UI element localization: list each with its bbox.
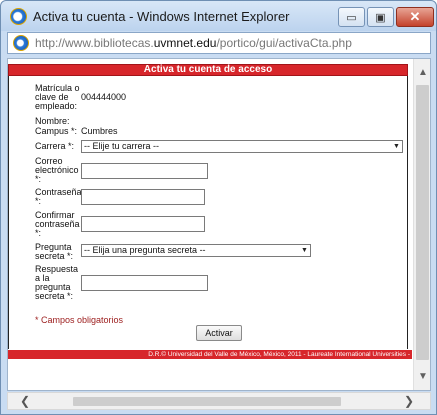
campus-value: Cumbres [81, 126, 118, 136]
chevron-down-icon: ▼ [393, 143, 400, 150]
browser-window: Activa tu cuenta - Windows Internet Expl… [0, 0, 437, 415]
horizontal-scroll-thumb[interactable] [73, 397, 341, 406]
carrera-label: Carrera *: [35, 141, 75, 151]
chevron-down-icon: ▼ [301, 247, 308, 254]
secret-answer-field[interactable] [81, 275, 208, 291]
scroll-up-icon[interactable]: ▲ [414, 67, 430, 81]
maximize-button[interactable]: ▣ [367, 7, 394, 27]
scroll-right-icon[interactable]: ❯ [404, 394, 414, 408]
activation-page: Activa tu cuenta de acceso Matrícula o c… [8, 59, 412, 390]
contrasena-label: Contraseña *: [35, 187, 82, 206]
secret-question-select[interactable]: -- Elija una pregunta secreta -- ▼ [81, 244, 311, 257]
secret-question-selected-option: -- Elija una pregunta secreta -- [84, 245, 206, 255]
ie-logo-icon [10, 8, 27, 25]
address-bar[interactable]: http://www.bibliotecas.uvmnet.edu/portic… [7, 32, 431, 54]
scroll-left-icon[interactable]: ❮ [20, 394, 30, 408]
carrera-select[interactable]: -- Elije tu carrera -- ▼ [81, 140, 403, 153]
campus-label: Campus *: [35, 126, 78, 136]
vertical-scrollbar[interactable]: ▲ ▼ [413, 59, 430, 390]
activate-button[interactable]: Activar [196, 325, 242, 341]
maximize-icon: ▣ [375, 11, 386, 24]
password-field[interactable] [81, 189, 205, 205]
close-button[interactable]: ✕ [396, 7, 434, 27]
window-title: Activa tu cuenta - Windows Internet Expl… [33, 9, 290, 24]
confirmar-label: Confirmar contraseña *: [35, 210, 80, 238]
vertical-scroll-thumb[interactable] [416, 85, 429, 360]
url-prefix: http://www.bibliotecas. [35, 36, 154, 50]
matricula-label: Matrícula o clave de empleado: [35, 83, 80, 111]
minimize-icon: ▭ [346, 11, 357, 24]
url-path: /portico/gui/activaCta.php [216, 36, 352, 50]
scroll-down-icon[interactable]: ▼ [414, 371, 430, 385]
url-text: http://www.bibliotecas.uvmnet.edu/portic… [35, 36, 352, 50]
carrera-selected-option: -- Elije tu carrera -- [84, 141, 160, 151]
title-bar: Activa tu cuenta - Windows Internet Expl… [1, 1, 436, 31]
respuesta-label: Respuesta a la pregunta secreta *: [35, 264, 79, 301]
confirm-password-field[interactable] [81, 216, 205, 232]
matricula-value: 004444000 [81, 92, 127, 102]
nombre-label: Nombre: [35, 116, 70, 126]
horizontal-scrollbar[interactable]: ❮ ❯ [7, 392, 431, 410]
pregunta-label: Pregunta secreta *: [35, 242, 74, 261]
footer-text: D.R.© Universidad del Valle de México, M… [148, 351, 410, 358]
minimize-button[interactable]: ▭ [338, 7, 365, 27]
form-header: Activa tu cuenta de acceso [8, 64, 408, 76]
url-domain: uvmnet.edu [153, 36, 217, 50]
footer-bar: D.R.© Universidad del Valle de México, M… [8, 350, 412, 359]
page-favicon-icon [13, 35, 29, 51]
email-field[interactable] [81, 163, 208, 179]
correo-label: Correo electrónico *: [35, 156, 79, 184]
required-fields-note: * Campos obligatorios [35, 315, 124, 325]
page-viewport: Activa tu cuenta de acceso Matrícula o c… [7, 58, 431, 391]
close-icon: ✕ [409, 9, 421, 24]
